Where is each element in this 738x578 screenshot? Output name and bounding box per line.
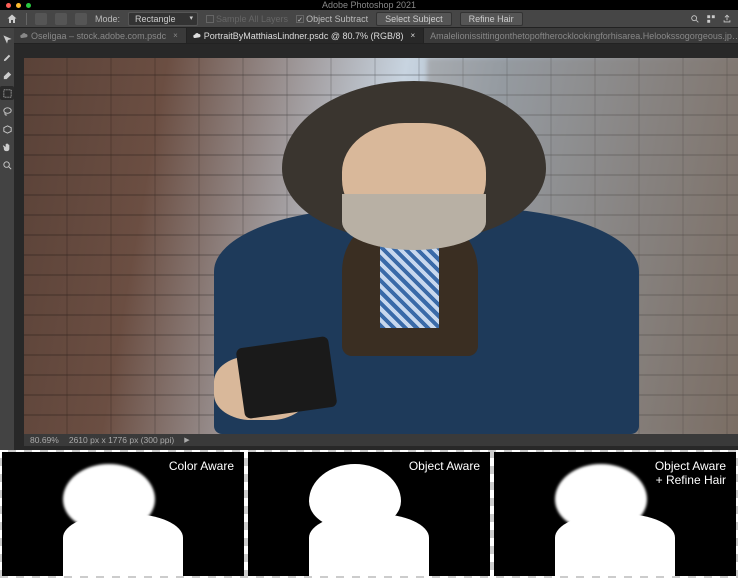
refine-brush-tool[interactable]: [0, 50, 14, 64]
lasso-tool[interactable]: [0, 104, 14, 118]
document-area: Oseligaa – stock.adobe.com.psdc × Portra…: [14, 28, 738, 450]
window-close-button[interactable]: [6, 3, 11, 8]
search-icon[interactable]: [690, 14, 700, 24]
quick-select-tool[interactable]: [0, 32, 14, 46]
document-tab-2[interactable]: PortraitByMatthiasLindner.psdc @ 80.7% (…: [187, 28, 424, 44]
status-bar: 80.69% 2610 px x 1776 px (300 ppi) ▶: [24, 434, 738, 446]
canvas-wrap: 80.69% 2610 px x 1776 px (300 ppi) ▶: [14, 44, 738, 450]
compare-panel-object-aware: Object Aware: [248, 452, 490, 576]
cloud-icon: [193, 32, 201, 40]
canvas[interactable]: [24, 58, 738, 434]
tab-close-icon[interactable]: ×: [410, 31, 415, 40]
cloud-icon: [20, 32, 28, 40]
workspace-icon[interactable]: [706, 14, 716, 24]
sample-all-layers-option[interactable]: Sample All Layers: [206, 14, 288, 24]
tab-label: Oseligaa – stock.adobe.com.psdc: [31, 31, 166, 41]
object-subtract-option[interactable]: Object Subtract: [296, 14, 368, 24]
zoom-tool[interactable]: [0, 158, 14, 172]
status-chevron-icon[interactable]: ▶: [184, 436, 189, 444]
tab-close-icon[interactable]: ×: [173, 31, 178, 40]
compare-caption: Color Aware: [169, 460, 234, 474]
app-title: Adobe Photoshop 2021: [322, 0, 416, 10]
tab-label: Amalelionissittingonthetopoftherocklooki…: [430, 31, 738, 41]
compare-panel-object-aware-refine: Object Aware+ Refine Hair: [494, 452, 736, 576]
subtract-selection-button[interactable]: [75, 13, 87, 25]
document-tab-3[interactable]: Amalelionissittingonthetopoftherocklooki…: [424, 28, 738, 44]
brush-tool[interactable]: [0, 68, 14, 82]
title-bar: Adobe Photoshop 2021: [0, 0, 738, 10]
object-select-tool[interactable]: [0, 86, 14, 100]
options-bar: Mode: Rectangle Sample All Layers Object…: [0, 10, 738, 28]
hand-tool[interactable]: [0, 140, 14, 154]
refine-hair-button[interactable]: Refine Hair: [460, 12, 523, 26]
compare-caption: Object Aware: [409, 460, 480, 474]
mask-comparison-strip: Color Aware Object Aware Object Aware+ R…: [0, 450, 738, 578]
window-maximize-button[interactable]: [26, 3, 31, 8]
new-selection-button[interactable]: [55, 13, 67, 25]
compare-caption: Object Aware+ Refine Hair: [655, 460, 726, 488]
mode-label: Mode:: [95, 14, 120, 24]
select-subject-button[interactable]: Select Subject: [376, 12, 452, 26]
polygon-lasso-tool[interactable]: [0, 122, 14, 136]
window-minimize-button[interactable]: [16, 3, 21, 8]
home-icon[interactable]: [6, 13, 18, 25]
document-tabs: Oseligaa – stock.adobe.com.psdc × Portra…: [14, 28, 738, 44]
zoom-level[interactable]: 80.69%: [30, 435, 59, 445]
document-tab-1[interactable]: Oseligaa – stock.adobe.com.psdc ×: [14, 28, 187, 44]
left-toolbar: [0, 28, 14, 450]
document-dimensions[interactable]: 2610 px x 1776 px (300 ppi): [69, 435, 174, 445]
share-icon[interactable]: [722, 14, 732, 24]
mode-select[interactable]: Rectangle: [128, 12, 198, 26]
compare-panel-color-aware: Color Aware: [2, 452, 244, 576]
tool-preset-button[interactable]: [35, 13, 47, 25]
tab-label: PortraitByMatthiasLindner.psdc @ 80.7% (…: [204, 31, 404, 41]
main-workspace: Oseligaa – stock.adobe.com.psdc × Portra…: [0, 28, 738, 450]
